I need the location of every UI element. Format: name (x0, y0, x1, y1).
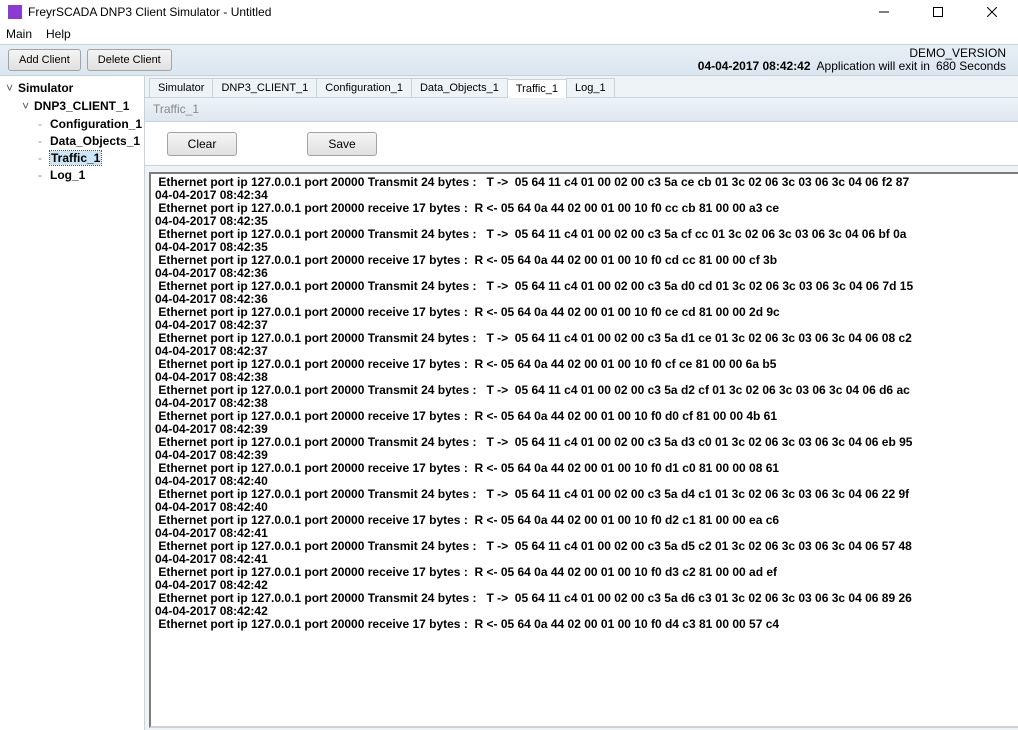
tree-view[interactable]: ˅Simulator ˅DNP3_CLIENT_1 -Configuration… (2, 80, 142, 184)
chevron-down-icon[interactable]: ˅ (22, 99, 34, 116)
close-button[interactable] (974, 0, 1010, 24)
tab-data-objects[interactable]: Data_Objects_1 (411, 78, 508, 97)
traffic-line: Ethernet port ip 127.0.0.1 port 20000 Tr… (155, 228, 1018, 241)
tree-leaf-icon: - (38, 133, 50, 150)
tree-traffic[interactable]: Traffic_1 (50, 151, 101, 165)
traffic-line: Ethernet port ip 127.0.0.1 port 20000 re… (155, 566, 1018, 579)
traffic-line: Ethernet port ip 127.0.0.1 port 20000 Tr… (155, 436, 1018, 449)
toolbar: Add Client Delete Client DEMO_VERSION 04… (0, 44, 1018, 76)
save-button[interactable]: Save (307, 132, 377, 156)
app-icon (8, 5, 22, 19)
traffic-line: Ethernet port ip 127.0.0.1 port 20000 Tr… (155, 176, 1018, 189)
traffic-container: Ethernet port ip 127.0.0.1 port 20000 Tr… (149, 172, 1018, 728)
traffic-line: Ethernet port ip 127.0.0.1 port 20000 re… (155, 358, 1018, 371)
tab-client[interactable]: DNP3_CLIENT_1 (212, 78, 317, 97)
menu-help[interactable]: Help (46, 27, 71, 41)
traffic-line: Ethernet port ip 127.0.0.1 port 20000 Tr… (155, 540, 1018, 553)
exit-seconds: 680 Seconds (936, 60, 1006, 73)
tree-log[interactable]: Log_1 (50, 168, 85, 182)
traffic-line: Ethernet port ip 127.0.0.1 port 20000 re… (155, 514, 1018, 527)
status-datetime: 04-04-2017 08:42:42 (698, 60, 811, 73)
traffic-line: Ethernet port ip 127.0.0.1 port 20000 re… (155, 202, 1018, 215)
tab-log[interactable]: Log_1 (566, 78, 615, 97)
tab-configuration[interactable]: Configuration_1 (316, 78, 412, 97)
window-title: FreyrSCADA DNP3 Client Simulator - Untit… (28, 5, 271, 19)
tree-data-objects[interactable]: Data_Objects_1 (50, 134, 140, 148)
tabbar: Simulator DNP3_CLIENT_1 Configuration_1 … (145, 76, 1018, 98)
menu-main[interactable]: Main (6, 27, 32, 41)
traffic-line: Ethernet port ip 127.0.0.1 port 20000 re… (155, 306, 1018, 319)
traffic-line: Ethernet port ip 127.0.0.1 port 20000 re… (155, 410, 1018, 423)
add-client-button[interactable]: Add Client (8, 49, 81, 71)
sidebar: ˅Simulator ˅DNP3_CLIENT_1 -Configuration… (0, 76, 145, 730)
tree-simulator[interactable]: Simulator (18, 81, 73, 95)
chevron-down-icon[interactable]: ˅ (6, 81, 18, 98)
panel-subheader: Traffic_1 (145, 98, 1018, 122)
delete-client-button[interactable]: Delete Client (87, 49, 172, 71)
minimize-button[interactable] (866, 0, 902, 24)
traffic-line: Ethernet port ip 127.0.0.1 port 20000 re… (155, 254, 1018, 267)
tree-leaf-icon: - (38, 116, 50, 133)
traffic-line: Ethernet port ip 127.0.0.1 port 20000 Tr… (155, 280, 1018, 293)
titlebar: FreyrSCADA DNP3 Client Simulator - Untit… (0, 0, 1018, 24)
tab-traffic[interactable]: Traffic_1 (507, 79, 567, 98)
clear-button[interactable]: Clear (167, 132, 237, 156)
traffic-line: Ethernet port ip 127.0.0.1 port 20000 re… (155, 462, 1018, 475)
menubar: Main Help (0, 24, 1018, 44)
tab-simulator[interactable]: Simulator (149, 78, 213, 97)
tree-leaf-icon: - (38, 167, 50, 184)
traffic-line: Ethernet port ip 127.0.0.1 port 20000 Tr… (155, 332, 1018, 345)
maximize-button[interactable] (920, 0, 956, 24)
traffic-line: Ethernet port ip 127.0.0.1 port 20000 Tr… (155, 384, 1018, 397)
traffic-log[interactable]: Ethernet port ip 127.0.0.1 port 20000 Tr… (151, 174, 1018, 710)
tree-configuration[interactable]: Configuration_1 (50, 117, 142, 131)
status-area: DEMO_VERSION 04-04-2017 08:42:42 Applica… (698, 47, 1006, 73)
tree-client[interactable]: DNP3_CLIENT_1 (34, 99, 129, 113)
traffic-line: Ethernet port ip 127.0.0.1 port 20000 Tr… (155, 592, 1018, 605)
traffic-line: Ethernet port ip 127.0.0.1 port 20000 re… (155, 618, 1018, 631)
main-pane: Simulator DNP3_CLIENT_1 Configuration_1 … (145, 76, 1018, 730)
tree-leaf-icon: - (38, 150, 50, 167)
panel-buttons: Clear Save (145, 122, 1018, 166)
traffic-line: Ethernet port ip 127.0.0.1 port 20000 Tr… (155, 488, 1018, 501)
horizontal-scrollbar[interactable] (151, 710, 1018, 726)
exit-label: Application will exit in (817, 60, 930, 73)
